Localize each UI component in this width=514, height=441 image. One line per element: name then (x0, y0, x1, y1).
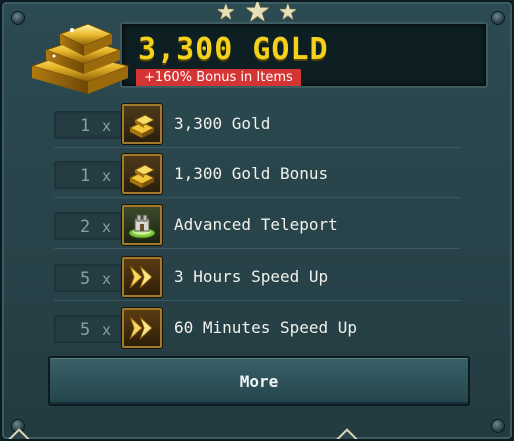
offer-panel: ★ ★ ★ 3,300 GOLD +160% Bonus in Items 1 (0, 0, 514, 441)
rivet-top-right (492, 12, 504, 24)
item-quantity: 2 (80, 217, 91, 237)
quantity-box: 1 x (54, 161, 122, 189)
offer-title: 3,300 GOLD (138, 32, 329, 67)
gold-pile-icon (30, 23, 130, 94)
quantity-box: 2 x (54, 212, 122, 240)
item-multiplier: x (102, 117, 112, 135)
row-divider (54, 197, 460, 198)
bonus-badge: +160% Bonus in Items (136, 69, 301, 86)
quantity-box: 5 x (54, 264, 122, 292)
list-item: 1 x 1,300 Gold Bonus (54, 152, 460, 198)
item-multiplier: x (102, 321, 112, 339)
item-quantity: 5 (80, 269, 91, 289)
row-divider (54, 147, 460, 148)
item-quantity: 1 (80, 116, 91, 136)
item-quantity: 1 (80, 166, 91, 186)
quantity-box: 1 x (54, 111, 122, 139)
teleport-icon (122, 205, 162, 245)
list-item: 1 x 3,300 Gold (54, 102, 460, 148)
item-label: 3 Hours Speed Up (174, 267, 329, 286)
rivet-bottom-right (492, 420, 504, 432)
speed-up-icon (122, 257, 162, 297)
more-button[interactable]: More (48, 356, 470, 406)
list-item: 5 x 3 Hours Speed Up (54, 255, 460, 301)
item-label: 60 Minutes Speed Up (174, 318, 358, 337)
rivet-top-left (12, 12, 24, 24)
item-label: 1,300 Gold Bonus (174, 164, 329, 183)
row-divider (54, 300, 460, 301)
diamond-ornament-icon (334, 428, 360, 439)
speed-up-icon (122, 308, 162, 348)
gold-bars-icon (122, 154, 162, 194)
list-item: 5 x 60 Minutes Speed Up (54, 306, 460, 352)
item-multiplier: x (102, 167, 112, 185)
gold-bars-icon (122, 104, 162, 144)
item-label: 3,300 Gold (174, 114, 271, 133)
item-quantity: 5 (80, 320, 91, 340)
item-label: Advanced Teleport (174, 215, 338, 234)
item-multiplier: x (102, 270, 112, 288)
quantity-box: 5 x (54, 315, 122, 343)
diamond-ornament-icon (6, 428, 32, 439)
more-button-label: More (239, 372, 279, 391)
item-multiplier: x (102, 218, 112, 236)
list-item: 2 x Advanced Teleport (54, 203, 460, 249)
row-divider (54, 248, 460, 249)
